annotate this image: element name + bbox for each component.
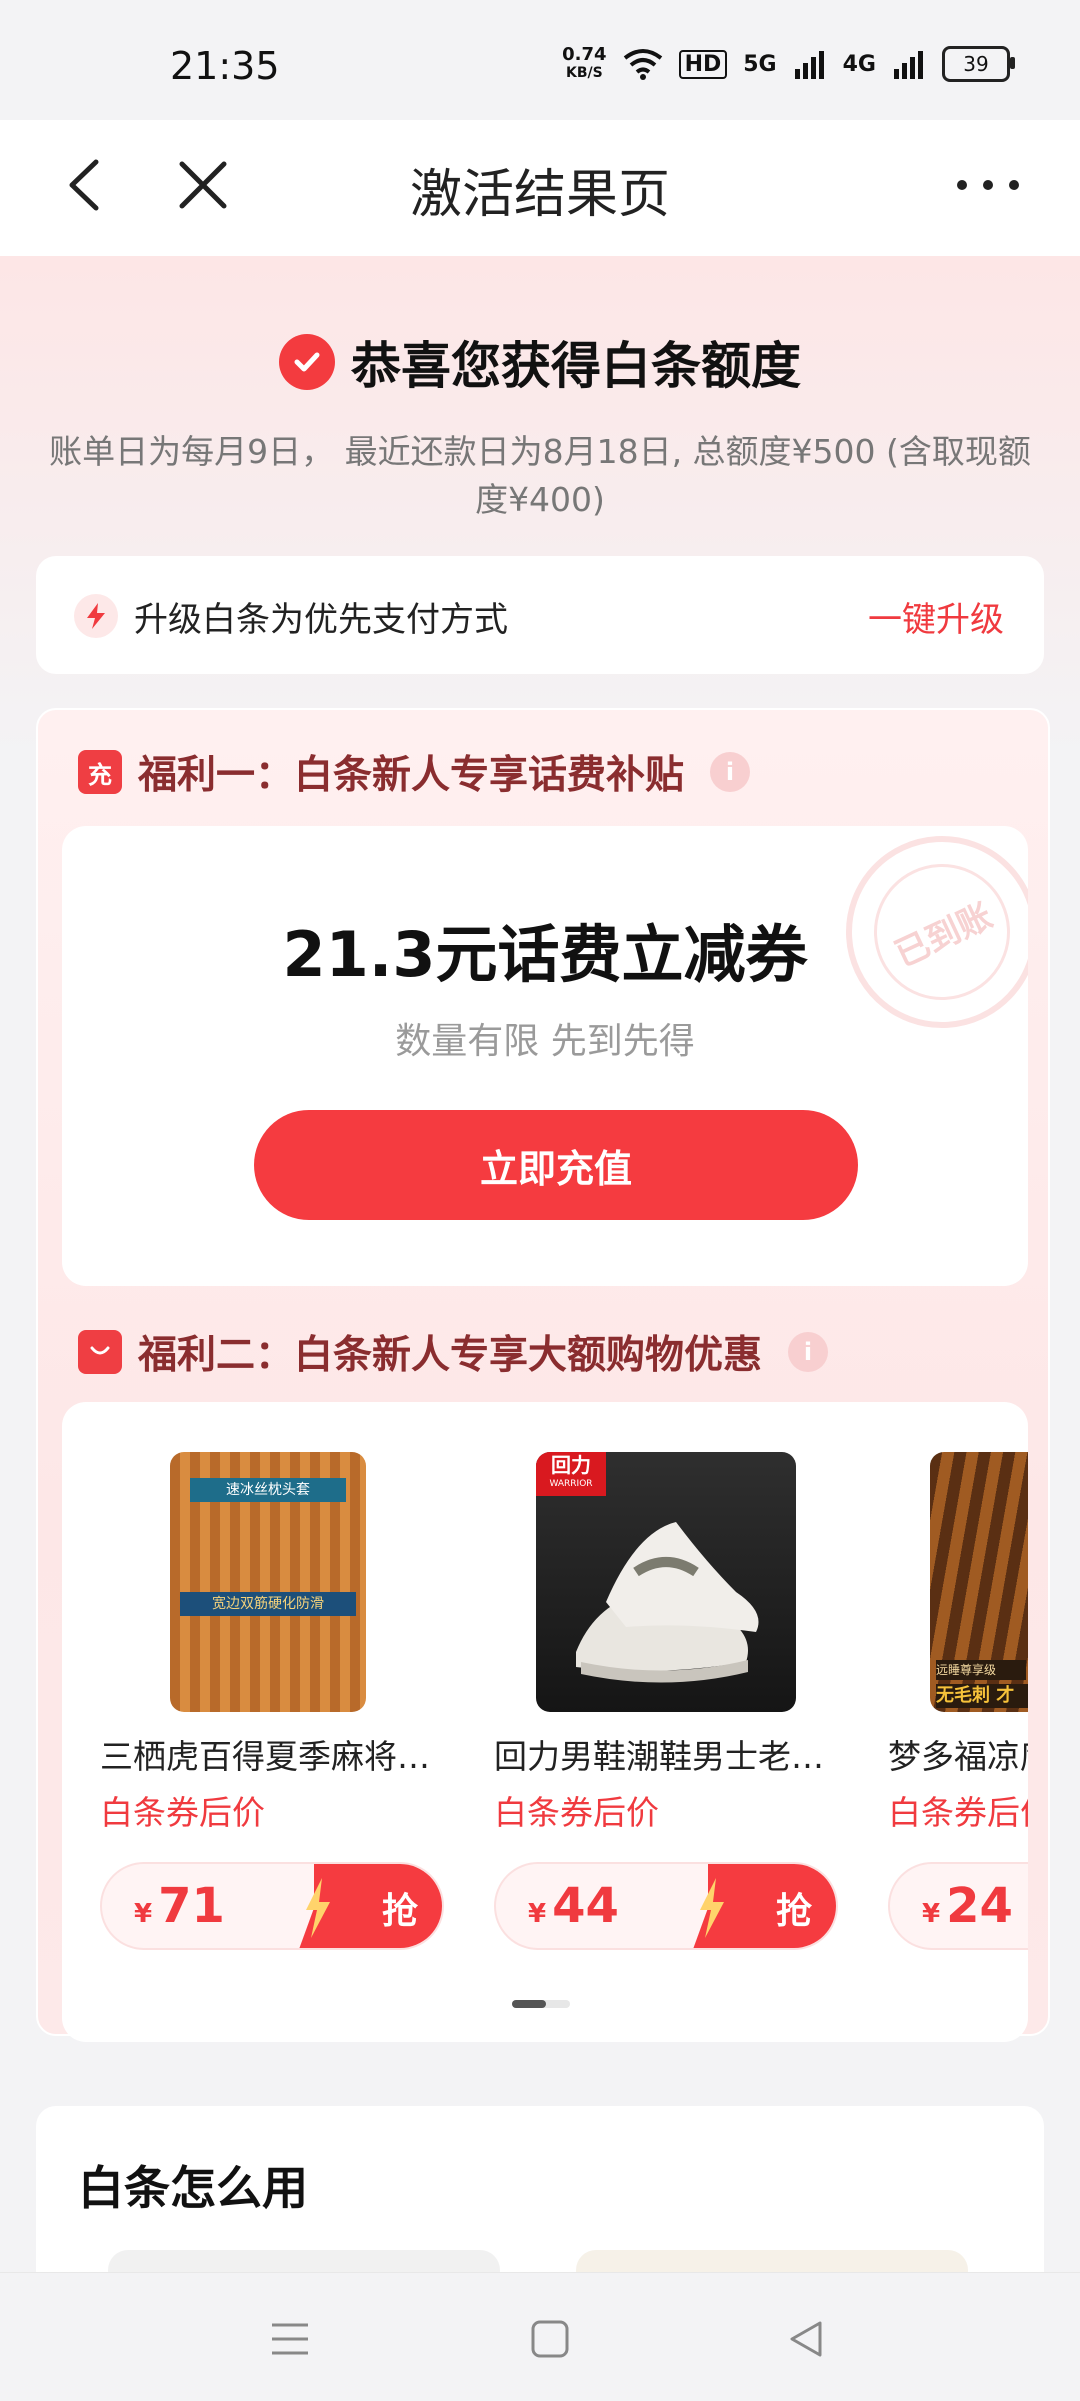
welfare-panel: 充 福利一：白条新人专享话费补贴 i 已到账 21.3元话费立减券 数量有限 先…	[36, 708, 1050, 2042]
product-image-label: 无毛刺 才	[936, 1684, 1028, 1708]
more-dots-icon	[957, 180, 1019, 190]
product-price: ¥24	[922, 1878, 1013, 1934]
credit-description: 账单日为每月9日， 最近还款日为8月18日, 总额度¥500 (含取现额度¥40…	[49, 432, 1031, 519]
lightning-icon	[306, 1878, 330, 1938]
more-button[interactable]	[948, 150, 1028, 220]
signal-5g-icon	[794, 51, 824, 79]
coupon-subtitle: 数量有限 先到先得	[395, 1021, 695, 1062]
product-item[interactable]: 速冰丝枕头套 宽边双筋硬化防滑 三栖虎百得夏季麻将凉席 白条券后价 ¥71 抢	[100, 1452, 460, 1972]
usage-card: 白条怎么用	[36, 2106, 1044, 2272]
shopping-icon	[78, 1330, 122, 1374]
welfare2-title: 福利二：白条新人专享大额购物优惠	[138, 1333, 763, 1378]
product-buy-pill[interactable]: ¥24 抢	[888, 1862, 1028, 1950]
carousel-indicator-active	[512, 2000, 546, 2008]
price-value: 44	[552, 1878, 619, 1934]
product-buy-pill[interactable]: ¥71 抢	[100, 1862, 444, 1950]
product-name: 三栖虎百得夏季麻将凉席	[100, 1737, 450, 1776]
product-image[interactable]: 远睡尊享级 无毛刺 才	[930, 1452, 1028, 1712]
signal-4g-icon	[894, 51, 923, 79]
hd-badge: HD	[678, 49, 728, 79]
product-image[interactable]: 回力 WARRIOR	[536, 1452, 796, 1712]
upgrade-text: 升级白条为优先支付方式	[134, 600, 508, 640]
product-image-label: 速冰丝枕头套	[190, 1478, 346, 1502]
system-nav-bar	[0, 2272, 1080, 2401]
page-title: 激活结果页	[409, 165, 670, 225]
product-price-tag: 白条券后价	[100, 1793, 265, 1832]
product-buy-pill[interactable]: ¥44 抢	[494, 1862, 838, 1950]
currency-symbol: ¥	[134, 1899, 153, 1929]
recharge-icon: 充	[78, 750, 122, 794]
one-click-upgrade-link[interactable]: 一键升级	[868, 592, 1004, 641]
sneaker-illustration	[576, 1522, 759, 1683]
price-value: 24	[946, 1878, 1013, 1934]
usage-item[interactable]	[108, 2250, 500, 2272]
product-image-label: 宽边双筋硬化防滑	[180, 1592, 356, 1616]
signal-5g-label: 5G	[743, 51, 777, 77]
status-bar: 21:35 0.74 KB/S HD 5G 4G 39	[0, 0, 1080, 120]
usage-title: 白条怎么用	[78, 2161, 308, 2215]
product-image[interactable]: 速冰丝枕头套 宽边双筋硬化防滑	[170, 1452, 366, 1712]
check-icon	[279, 334, 335, 390]
result-header: 恭喜您获得白条额度	[0, 326, 1080, 398]
main-content: 恭喜您获得白条额度 账单日为每月9日， 最近还款日为8月18日, 总额度¥500…	[0, 256, 1080, 2272]
product-price-tag: 白条券后价	[888, 1793, 1028, 1832]
wifi-icon	[623, 49, 662, 80]
lightning-icon	[74, 594, 118, 638]
coupon-title: 21.3元话费立减券	[282, 918, 808, 991]
product-image-label: 远睡尊享级	[936, 1660, 1026, 1680]
home-icon[interactable]	[530, 2319, 570, 2359]
signal-4g-label: 4G	[842, 51, 876, 77]
back-triangle-icon[interactable]	[786, 2319, 826, 2359]
nav-bar: 激活结果页	[0, 120, 1080, 256]
welfare1-header: 充 福利一：白条新人专享话费补贴 i	[78, 744, 751, 800]
product-price-tag: 白条券后价	[494, 1793, 659, 1832]
currency-symbol: ¥	[922, 1899, 941, 1929]
products-card: 速冰丝枕头套 宽边双筋硬化防滑 三栖虎百得夏季麻将凉席 白条券后价 ¥71 抢	[62, 1402, 1028, 2042]
welfare2-header: 福利二：白条新人专享大额购物优惠 i	[78, 1324, 829, 1380]
welfare1-title: 福利一：白条新人专享话费补贴	[138, 753, 685, 798]
battery-icon: 39	[942, 46, 1015, 82]
usage-item[interactable]	[576, 2250, 968, 2272]
status-time: 21:35	[170, 44, 280, 88]
info-icon[interactable]: i	[788, 1332, 829, 1372]
upgrade-payment-card[interactable]: 升级白条为优先支付方式 一键升级	[36, 556, 1044, 674]
status-icons: 0.74 KB/S HD 5G 4G 39	[562, 46, 1015, 82]
product-name: 梦多福凉席	[888, 1737, 1028, 1776]
product-item[interactable]: 远睡尊享级 无毛刺 才 梦多福凉席 白条券后价 ¥24 抢	[888, 1452, 1028, 1972]
lightning-icon	[700, 1878, 724, 1938]
network-speed: 0.74 KB/S	[562, 46, 606, 82]
product-name: 回力男鞋潮鞋男士老爹鞋	[494, 1737, 844, 1776]
currency-symbol: ¥	[528, 1899, 547, 1929]
product-price: ¥71	[134, 1878, 225, 1934]
coupon-card: 已到账 21.3元话费立减券 数量有限 先到先得 立即充值	[62, 826, 1028, 1286]
network-speed-value: 0.74	[562, 44, 607, 65]
price-value: 71	[158, 1878, 225, 1934]
network-speed-unit: KB/S	[565, 65, 603, 81]
carousel-indicator	[512, 2000, 570, 2008]
result-title: 恭喜您获得白条额度	[351, 337, 801, 395]
product-price: ¥44	[528, 1878, 619, 1934]
recharge-now-button[interactable]: 立即充值	[254, 1110, 858, 1220]
info-icon[interactable]: i	[710, 752, 751, 792]
menu-icon[interactable]	[270, 2319, 310, 2359]
products-carousel[interactable]: 速冰丝枕头套 宽边双筋硬化防滑 三栖虎百得夏季麻将凉席 白条券后价 ¥71 抢	[100, 1452, 1028, 1972]
battery-level: 39	[963, 52, 989, 76]
product-item[interactable]: 回力 WARRIOR 回力男鞋潮鞋男士老爹鞋 白条券后价 ¥44 抢	[494, 1452, 854, 1972]
